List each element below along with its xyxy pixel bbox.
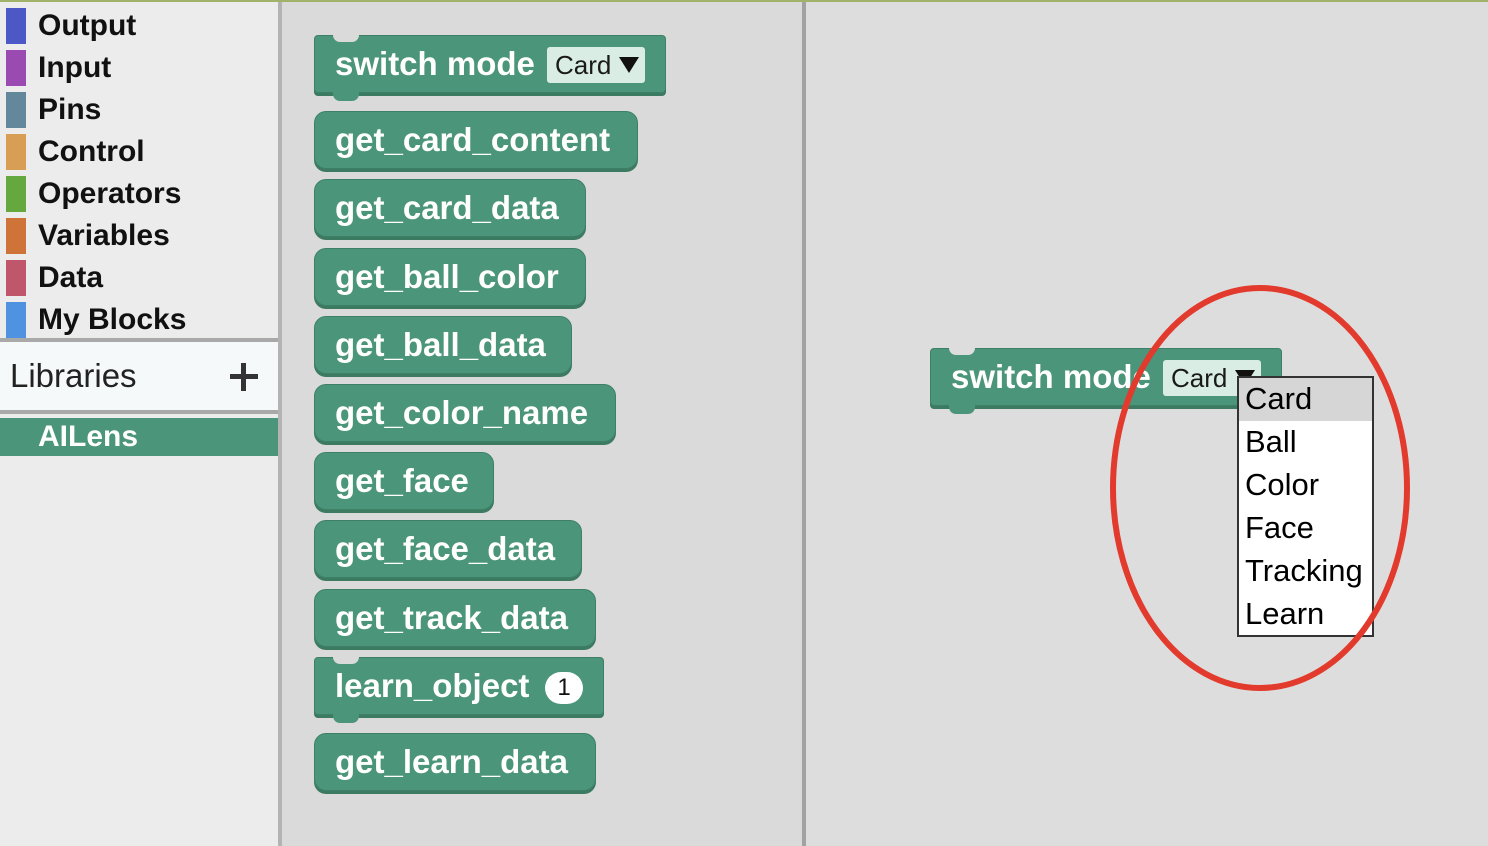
block-label: get_face: [335, 462, 469, 499]
category-variables[interactable]: Variables: [0, 215, 278, 257]
dropdown-value: Card: [1171, 363, 1228, 393]
block-flyout: switch mode Card get_card_content get_ca…: [282, 2, 802, 846]
flyout-block-get-face[interactable]: get_face: [314, 452, 494, 510]
flyout-block-switch-mode[interactable]: switch mode Card: [314, 35, 666, 101]
sidebar-divider: [0, 410, 278, 414]
block-label: switch mode: [951, 358, 1151, 395]
category-input[interactable]: Input: [0, 47, 278, 89]
category-label: Input: [38, 51, 112, 84]
libraries-label: Libraries: [10, 357, 137, 394]
category-data[interactable]: Data: [0, 257, 278, 299]
menu-option-learn[interactable]: Learn: [1239, 593, 1372, 636]
workspace-canvas[interactable]: switch mode Card: [806, 2, 1488, 846]
workspace-block-switch-mode[interactable]: switch mode Card: [930, 348, 1282, 414]
flyout-block-get-color-name[interactable]: get_color_name: [314, 384, 616, 442]
category-label: Variables: [38, 219, 170, 252]
block-label: get_learn_data: [335, 743, 568, 780]
category-label: Operators: [38, 177, 182, 210]
libraries-header: Libraries: [0, 342, 278, 410]
mode-dropdown[interactable]: Card: [547, 47, 646, 83]
flyout-block-learn-object[interactable]: learn_object 1: [314, 657, 604, 723]
category-color-swatch: [6, 134, 26, 170]
menu-option-label: Tracking: [1245, 553, 1363, 588]
flyout-block-get-ball-data[interactable]: get_ball_data: [314, 316, 572, 374]
category-label: Output: [38, 9, 137, 42]
block-label: get_face_data: [335, 530, 556, 567]
number-value: 1: [557, 674, 571, 701]
category-color-swatch: [6, 218, 26, 254]
flyout-block-get-learn-data[interactable]: get_learn_data: [314, 733, 596, 791]
menu-option-label: Learn: [1245, 596, 1325, 631]
add-library-plus-icon[interactable]: [226, 359, 262, 395]
category-operators[interactable]: Operators: [0, 173, 278, 215]
block-label: get_track_data: [335, 599, 568, 636]
menu-option-label: Color: [1245, 467, 1320, 502]
category-my-blocks[interactable]: My Blocks: [0, 299, 278, 341]
category-sidebar: Output Input Pins Control Operators Vari…: [0, 2, 278, 846]
menu-option-card[interactable]: Card: [1239, 378, 1372, 421]
block-label: get_card_data: [335, 189, 559, 226]
flyout-block-get-ball-color[interactable]: get_ball_color: [314, 248, 586, 306]
dropdown-value: Card: [555, 50, 612, 80]
block-label: get_ball_data: [335, 326, 546, 363]
category-output[interactable]: Output: [0, 5, 278, 47]
block-label: get_card_content: [335, 121, 611, 158]
category-color-swatch: [6, 92, 26, 128]
menu-option-ball[interactable]: Ball: [1239, 421, 1372, 464]
category-label: My Blocks: [38, 303, 187, 336]
category-color-swatch: [6, 302, 26, 338]
category-color-swatch: [6, 260, 26, 296]
flyout-block-get-card-data[interactable]: get_card_data: [314, 179, 586, 237]
block-label: switch mode: [335, 45, 535, 82]
category-control[interactable]: Control: [0, 131, 278, 173]
block-label: get_color_name: [335, 394, 589, 431]
category-label: Pins: [38, 93, 102, 126]
menu-option-tracking[interactable]: Tracking: [1239, 550, 1372, 593]
flyout-block-get-face-data[interactable]: get_face_data: [314, 520, 582, 578]
category-pins[interactable]: Pins: [0, 89, 278, 131]
menu-option-face[interactable]: Face: [1239, 507, 1372, 550]
block-label: learn_object: [335, 667, 530, 704]
block-label: get_ball_color: [335, 258, 559, 295]
mode-dropdown-menu: Card Ball Color Face Tracking Learn: [1237, 376, 1374, 637]
category-list: Output Input Pins Control Operators Vari…: [0, 5, 278, 341]
flyout-block-get-track-data[interactable]: get_track_data: [314, 589, 596, 647]
category-color-swatch: [6, 176, 26, 212]
category-label: Data: [38, 261, 104, 294]
menu-option-color[interactable]: Color: [1239, 464, 1372, 507]
menu-option-label: Ball: [1245, 424, 1297, 459]
library-item-ailens[interactable]: AILens: [0, 418, 278, 456]
learn-id-number-field[interactable]: 1: [545, 672, 583, 704]
library-label: AILens: [38, 420, 139, 453]
menu-option-label: Face: [1245, 510, 1314, 545]
category-color-swatch: [6, 8, 26, 44]
menu-option-label: Card: [1245, 381, 1313, 416]
flyout-block-get-card-content[interactable]: get_card_content: [314, 111, 638, 169]
category-color-swatch: [6, 50, 26, 86]
dropdown-arrow-icon: [619, 57, 640, 73]
category-label: Control: [38, 135, 145, 168]
